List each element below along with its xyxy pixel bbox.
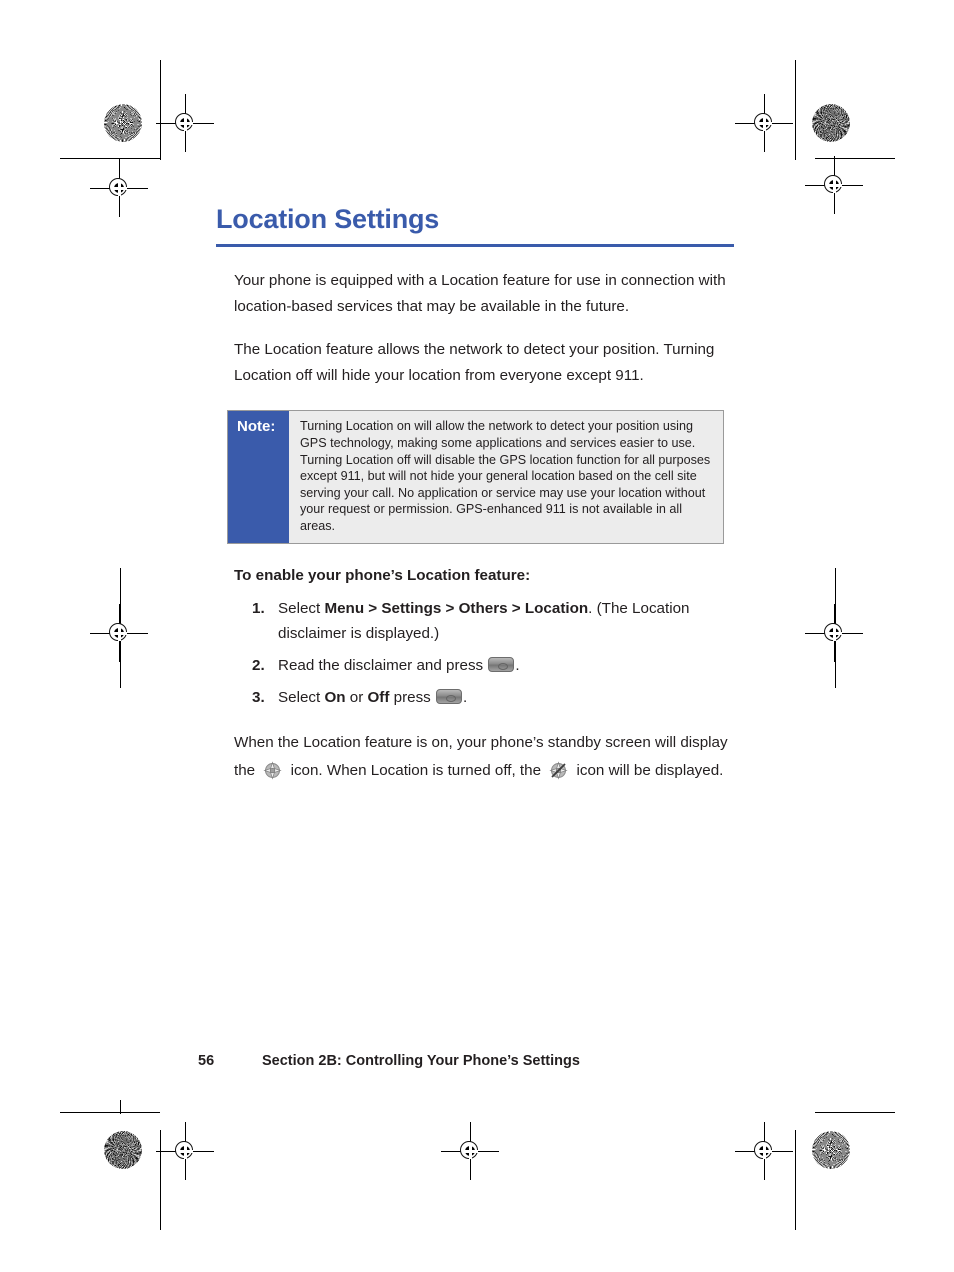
registration-mark-mid-left xyxy=(90,604,148,662)
intro-block: Your phone is equipped with a Location f… xyxy=(234,268,734,389)
trim-line-mid-right-vertical xyxy=(835,568,836,688)
step-number: 3. xyxy=(252,688,265,706)
emphasis-text: Off xyxy=(367,688,390,706)
note-text: Turning Location on will allow the netwo… xyxy=(300,419,711,533)
running-head: Section 2B: Controlling Your Phone’s Set… xyxy=(262,1053,580,1069)
page-footer: 56 Section 2B: Controlling Your Phone’s … xyxy=(198,1053,580,1069)
registration-mark-top-left-a xyxy=(156,94,214,152)
procedure-step: 2. Read the disclaimer and press . xyxy=(252,653,736,678)
emphasis-text: On xyxy=(324,688,346,706)
note-label-cell: Note: xyxy=(228,411,289,543)
trim-line-bottom-left-horizontal xyxy=(60,1112,160,1113)
density-starburst-top-right xyxy=(812,104,850,142)
closing-paragraph: When the Location feature is on, your ph… xyxy=(234,729,734,785)
run-text: Select xyxy=(278,599,325,617)
procedure-steps: 1. Select Menu > Settings > Others > Loca… xyxy=(216,596,736,710)
registration-mark-bottom-left-a xyxy=(156,1122,214,1180)
page-content: Location Settings Your phone is equipped… xyxy=(216,205,736,800)
trim-line-bottom-left-vertical-2 xyxy=(160,1130,161,1230)
density-starburst-bottom-right xyxy=(812,1131,850,1169)
procedure-lead-in: To enable your phone’s Location feature: xyxy=(234,566,531,584)
page-number: 56 xyxy=(198,1053,215,1069)
run-text: . xyxy=(515,656,520,674)
step-number: 2. xyxy=(252,656,265,674)
trim-line-bottom-left-vertical xyxy=(120,1100,121,1114)
step-number: 1. xyxy=(252,599,265,617)
trim-line-mid-left-vertical xyxy=(120,568,121,688)
registration-mark-top-right-a xyxy=(735,94,793,152)
note-text-cell: Turning Location on will allow the netwo… xyxy=(289,411,723,542)
key-button-icon xyxy=(488,656,515,672)
trim-line-top-right-vertical xyxy=(795,60,796,160)
registration-mark-bottom-left-b xyxy=(441,1122,499,1180)
run-text: icon will be displayed. xyxy=(572,761,724,779)
registration-mark-mid-right xyxy=(805,604,863,662)
location-on-icon xyxy=(263,760,283,780)
density-starburst-bottom-left xyxy=(104,1131,142,1169)
run-text: Read the disclaimer and press xyxy=(278,656,488,674)
page-title: Location Settings xyxy=(216,204,440,234)
step-text: Select Menu > Settings > Others > Locati… xyxy=(278,596,736,646)
trim-line-top-left-vertical xyxy=(160,60,161,160)
title-rule xyxy=(216,244,734,248)
note-box: Note: Turning Location on will allow the… xyxy=(227,410,724,544)
emphasis-text: Menu > Settings > Others > Location xyxy=(324,599,589,617)
registration-mark-bottom-right-a xyxy=(735,1122,793,1180)
trim-line-top-left-horizontal xyxy=(60,158,160,159)
location-off-icon xyxy=(549,760,568,780)
step-text: Read the disclaimer and press . xyxy=(278,653,736,678)
run-text: press xyxy=(389,688,435,706)
run-text: icon. When Location is turned off, the xyxy=(286,761,546,779)
procedure-step: 3. Select On or Off press . xyxy=(252,685,736,710)
density-starburst-top-left xyxy=(104,104,142,142)
procedure-step: 1. Select Menu > Settings > Others > Loca… xyxy=(252,596,736,646)
run-text: . xyxy=(463,688,468,706)
run-text: or xyxy=(345,688,368,706)
registration-mark-top-right-b xyxy=(805,156,863,214)
step-text: Select On or Off press . xyxy=(278,685,736,710)
note-label: Note: xyxy=(237,418,276,436)
trim-line-bottom-right-horizontal xyxy=(815,1112,895,1113)
intro-paragraph-1: Your phone is equipped with a Location f… xyxy=(234,272,726,316)
run-text: Select xyxy=(278,688,325,706)
key-button-icon xyxy=(436,688,462,704)
intro-paragraph-2: The Location feature allows the network … xyxy=(234,341,715,385)
registration-mark-top-left-b xyxy=(90,159,148,217)
trim-line-top-right-horizontal xyxy=(815,158,895,159)
trim-line-bottom-right-vertical xyxy=(795,1130,796,1230)
